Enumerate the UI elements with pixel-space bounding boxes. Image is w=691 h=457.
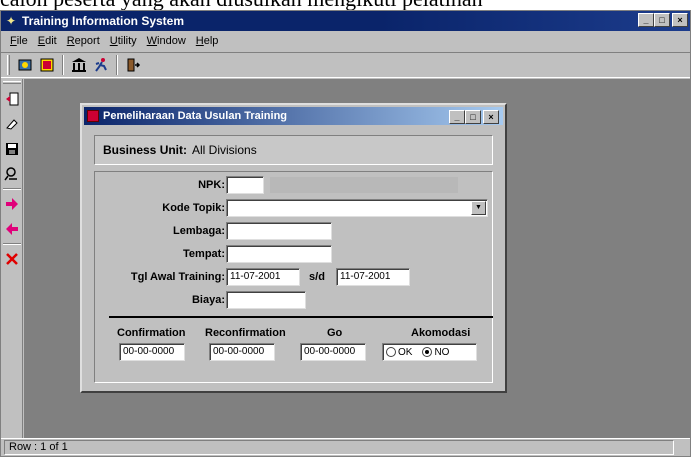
main-toolbar xyxy=(1,52,690,78)
menu-window[interactable]: Window xyxy=(142,35,191,47)
app-window: ✦ Training Information System _ □ × File… xyxy=(0,10,691,457)
app-window-buttons: _ □ × xyxy=(638,13,688,27)
child-maximize-button[interactable]: □ xyxy=(465,110,481,124)
chevron-down-icon[interactable]: ▼ xyxy=(471,201,486,215)
npk-name-display xyxy=(270,177,458,193)
child-minimize-button[interactable]: _ xyxy=(449,110,465,124)
tgl-akhir-input[interactable]: 11-07-2001 xyxy=(336,268,410,286)
sd-label: s/d xyxy=(309,271,325,283)
reconfirmation-label: Reconfirmation xyxy=(205,327,286,339)
menu-utility[interactable]: Utility xyxy=(105,35,142,47)
usulan-training-window: Pemeliharaan Data Usulan Training _ □ × … xyxy=(80,103,507,393)
close-button[interactable]: × xyxy=(672,13,688,27)
row-indicator: Row : 1 of 1 xyxy=(4,440,674,455)
menu-help[interactable]: Help xyxy=(191,35,224,47)
runner-icon[interactable] xyxy=(90,54,112,76)
record-toolbar xyxy=(1,79,23,439)
record-toolbar-grip[interactable] xyxy=(3,81,21,84)
no-label: NO xyxy=(434,346,450,358)
akomodasi-label: Akomodasi xyxy=(411,327,471,339)
menu-file[interactable]: File xyxy=(5,35,33,47)
maximize-button[interactable]: □ xyxy=(654,13,670,27)
app-titlebar[interactable]: ✦ Training Information System _ □ × xyxy=(1,11,690,31)
record-toolbar-separator xyxy=(3,243,21,245)
business-unit-panel: Business Unit: All Divisions xyxy=(94,135,493,165)
status-bar: Row : 1 of 1 xyxy=(1,438,690,456)
previous-record-icon[interactable] xyxy=(1,218,23,240)
toolbar-grip[interactable] xyxy=(7,55,10,75)
report-icon[interactable] xyxy=(36,54,58,76)
akomodasi-ok-radio[interactable]: OK xyxy=(386,347,412,358)
toolbar-separator xyxy=(116,55,118,75)
next-record-icon[interactable] xyxy=(1,193,23,215)
section-divider xyxy=(109,316,493,318)
business-unit-label: Business Unit: xyxy=(103,143,188,157)
app-logo-icon: ✦ xyxy=(5,14,17,28)
radio-ok-icon xyxy=(386,347,396,357)
akomodasi-radio-group: OK NO xyxy=(382,343,477,361)
exit-icon[interactable] xyxy=(122,54,144,76)
biaya-label: Biaya: xyxy=(191,294,225,306)
lembaga-label: Lembaga: xyxy=(173,225,225,237)
confirmation-input[interactable]: 00-00-0000 xyxy=(119,343,185,361)
menubar: File Edit Report Utility Window Help xyxy=(1,31,690,51)
save-icon[interactable] xyxy=(1,138,23,160)
kode-topik-label: Kode Topik: xyxy=(162,202,225,214)
minimize-button[interactable]: _ xyxy=(638,13,654,27)
child-window-buttons: _ □ × xyxy=(449,110,499,124)
record-toolbar-separator xyxy=(3,188,21,190)
child-titlebar[interactable]: Pemeliharaan Data Usulan Training _ □ × xyxy=(84,107,503,125)
ok-label: OK xyxy=(398,346,413,358)
biaya-input[interactable] xyxy=(226,291,306,309)
form-panel: NPK: Kode Topik: ▼ Lembaga: Tempat: Tgl … xyxy=(94,171,493,383)
mdi-workspace: Pemeliharaan Data Usulan Training _ □ × … xyxy=(24,79,690,438)
tempat-input[interactable] xyxy=(226,245,332,263)
app-title: Training Information System xyxy=(22,14,185,28)
child-close-button[interactable]: × xyxy=(483,110,499,124)
tempat-label: Tempat: xyxy=(183,248,225,260)
menu-report[interactable]: Report xyxy=(62,35,105,47)
reconfirmation-input[interactable]: 00-00-0000 xyxy=(209,343,275,361)
query-icon[interactable] xyxy=(1,163,23,185)
business-unit-value: All Divisions xyxy=(192,143,257,157)
tgl-awal-label: Tgl Awal Training: xyxy=(130,271,225,283)
insert-record-icon[interactable] xyxy=(1,88,23,110)
akomodasi-no-radio[interactable]: NO xyxy=(422,347,449,358)
delete-record-icon[interactable] xyxy=(1,248,23,270)
open-icon[interactable] xyxy=(14,54,36,76)
institution-icon[interactable] xyxy=(68,54,90,76)
go-label: Go xyxy=(327,327,343,339)
kode-topik-select[interactable]: ▼ xyxy=(226,199,488,217)
radio-no-selected-icon xyxy=(422,347,433,357)
npk-input[interactable] xyxy=(226,176,264,194)
npk-label: NPK: xyxy=(198,179,225,191)
child-title: Pemeliharaan Data Usulan Training xyxy=(103,110,288,122)
form-icon xyxy=(87,110,99,122)
toolbar-separator xyxy=(62,55,64,75)
confirmation-label: Confirmation xyxy=(117,327,186,339)
menu-edit[interactable]: Edit xyxy=(33,35,62,47)
go-input[interactable]: 00-00-0000 xyxy=(300,343,366,361)
tgl-awal-input[interactable]: 11-07-2001 xyxy=(226,268,300,286)
lembaga-input[interactable] xyxy=(226,222,332,240)
eraser-icon[interactable] xyxy=(1,113,23,135)
